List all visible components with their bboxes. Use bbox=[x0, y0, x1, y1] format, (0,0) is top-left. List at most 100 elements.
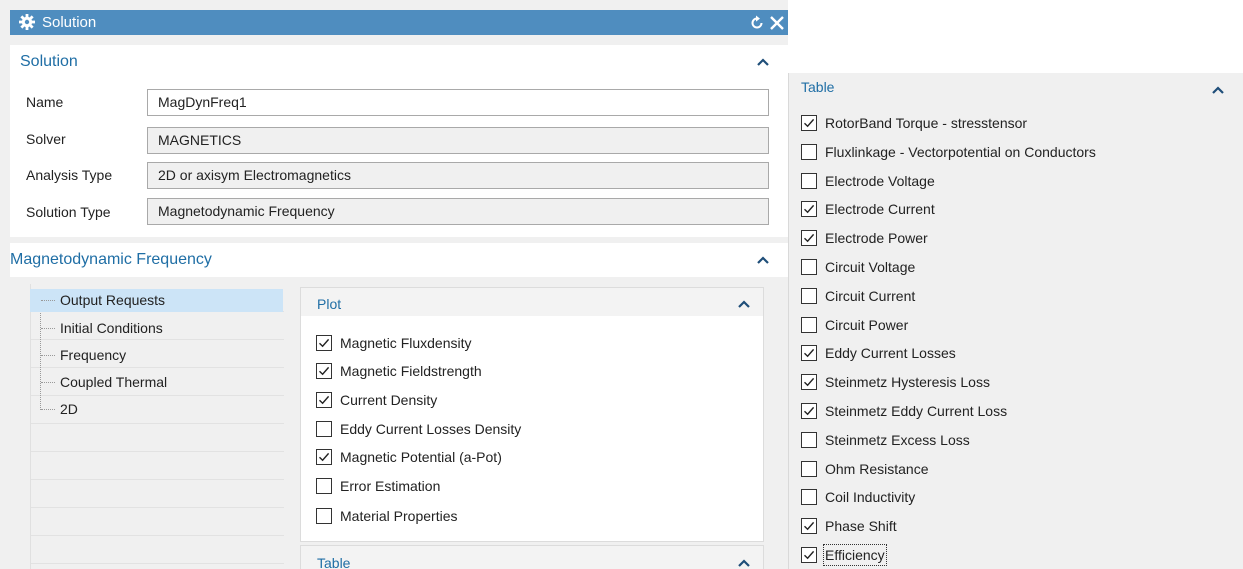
plot-option-current-density[interactable]: Current Density bbox=[316, 391, 736, 411]
checkbox-label: Steinmetz Excess Loss bbox=[825, 431, 970, 448]
magdyn-section-title: Magnetodynamic Frequency bbox=[10, 251, 212, 268]
reset-icon[interactable] bbox=[748, 14, 766, 32]
checkbox-checked[interactable] bbox=[316, 449, 332, 465]
checkbox-checked[interactable] bbox=[801, 403, 817, 419]
magdyn-section: Magnetodynamic Frequency bbox=[10, 243, 788, 277]
tree-item-initial-conditions[interactable]: Initial Conditions bbox=[30, 317, 283, 340]
solver-field: MAGNETICS bbox=[147, 127, 769, 154]
chevron-up-icon[interactable] bbox=[737, 299, 751, 309]
checkbox-label: Magnetic Fluxdensity bbox=[340, 335, 472, 351]
table-option-rotorband-torque-stresstensor[interactable]: RotorBand Torque - stresstensor bbox=[801, 114, 1221, 134]
check-icon bbox=[804, 550, 815, 560]
table-option-steinmetz-hysteresis-loss[interactable]: Steinmetz Hysteresis Loss bbox=[801, 373, 1221, 393]
check-icon bbox=[804, 378, 815, 387]
check-icon bbox=[804, 406, 815, 416]
table-group-title: Table bbox=[317, 555, 351, 569]
table-option-circuit-current[interactable]: Circuit Current bbox=[801, 287, 1221, 307]
solution-type-field: Magnetodynamic Frequency bbox=[147, 198, 769, 225]
checkbox-label: Error Estimation bbox=[340, 478, 441, 494]
checkbox-label: Electrode Voltage bbox=[825, 172, 935, 189]
chevron-up-icon[interactable] bbox=[1211, 85, 1225, 95]
table-group-header[interactable]: Table bbox=[301, 546, 763, 569]
tree-item-frequency[interactable]: Frequency bbox=[30, 344, 283, 367]
checkbox-unchecked[interactable] bbox=[316, 478, 332, 494]
table-option-fluxlinkage-vectorpotential-on-conductors[interactable]: Fluxlinkage - Vectorpotential on Conduct… bbox=[801, 143, 1221, 163]
table-option-coil-inductivity[interactable]: Coil Inductivity bbox=[801, 488, 1221, 508]
table-option-electrode-voltage[interactable]: Electrode Voltage bbox=[801, 172, 1221, 192]
dialog-titlebar[interactable]: Solution bbox=[10, 10, 788, 35]
chevron-up-icon[interactable] bbox=[737, 558, 751, 568]
checkbox-label: Eddy Current Losses bbox=[825, 345, 956, 362]
table-option-circuit-voltage[interactable]: Circuit Voltage bbox=[801, 258, 1221, 278]
checkbox-label: Circuit Power bbox=[825, 316, 909, 333]
plot-option-magnetic-potential-a-pot[interactable]: Magnetic Potential (a-Pot) bbox=[316, 448, 736, 468]
checkbox-label: Magnetic Potential (a-Pot) bbox=[340, 449, 502, 465]
checkbox-unchecked[interactable] bbox=[801, 316, 817, 333]
checkbox-checked[interactable] bbox=[801, 518, 817, 535]
plot-group: Plot bbox=[300, 287, 764, 542]
table-option-phase-shift[interactable]: Phase Shift bbox=[801, 517, 1221, 537]
solution-type-label: Solution Type bbox=[26, 204, 111, 220]
table-option-steinmetz-eddy-current-loss[interactable]: Steinmetz Eddy Current Loss bbox=[801, 402, 1221, 422]
plot-group-header[interactable]: Plot bbox=[301, 288, 763, 316]
checkbox-unchecked[interactable] bbox=[316, 421, 332, 437]
chevron-up-icon[interactable] bbox=[756, 255, 770, 265]
plot-option-magnetic-fieldstrength[interactable]: Magnetic Fieldstrength bbox=[316, 362, 736, 382]
plot-option-error-estimation[interactable]: Error Estimation bbox=[316, 477, 736, 497]
tree-item-label: Frequency bbox=[60, 347, 127, 363]
plot-group-title: Plot bbox=[317, 296, 342, 312]
checkbox-unchecked[interactable] bbox=[801, 143, 817, 160]
tree-item-2d[interactable]: 2D bbox=[30, 398, 283, 421]
tree-item-label: Initial Conditions bbox=[60, 320, 163, 336]
chevron-up-icon[interactable] bbox=[756, 57, 770, 67]
check-icon bbox=[804, 522, 815, 531]
checkbox-checked[interactable] bbox=[801, 547, 817, 563]
checkbox-unchecked[interactable] bbox=[801, 259, 817, 275]
checkbox-label: Circuit Voltage bbox=[825, 259, 916, 275]
plot-option-magnetic-fluxdensity[interactable]: Magnetic Fluxdensity bbox=[316, 334, 736, 354]
checkbox-label: Steinmetz Hysteresis Loss bbox=[825, 374, 990, 391]
checkbox-unchecked[interactable] bbox=[801, 287, 817, 304]
table-option-efficiency[interactable]: Efficiency bbox=[801, 544, 1221, 566]
checkbox-checked[interactable] bbox=[801, 201, 817, 218]
check-icon bbox=[804, 118, 815, 128]
check-icon bbox=[804, 205, 815, 214]
analysis-type-field: 2D or axisym Electromagnetics bbox=[147, 162, 769, 189]
checkbox-label: Steinmetz Eddy Current Loss bbox=[825, 403, 1008, 419]
table-option-electrode-current[interactable]: Electrode Current bbox=[801, 200, 1221, 220]
checkbox-checked[interactable] bbox=[801, 115, 817, 131]
name-label: Name bbox=[26, 94, 64, 110]
checkbox-unchecked[interactable] bbox=[801, 172, 817, 189]
table-option-eddy-current-losses[interactable]: Eddy Current Losses bbox=[801, 344, 1221, 364]
checkbox-checked[interactable] bbox=[801, 374, 817, 391]
checkbox-checked[interactable] bbox=[801, 345, 817, 362]
checkbox-unchecked[interactable] bbox=[316, 508, 332, 524]
checkbox-label: Efficiency bbox=[823, 544, 887, 566]
name-field[interactable]: MagDynFreq1 bbox=[147, 89, 769, 116]
checkbox-unchecked[interactable] bbox=[801, 489, 817, 506]
tree-item-label: 2D bbox=[60, 401, 78, 417]
table-option-steinmetz-excess-loss[interactable]: Steinmetz Excess Loss bbox=[801, 431, 1221, 451]
table-option-ohm-resistance[interactable]: Ohm Resistance bbox=[801, 460, 1221, 480]
table-option-electrode-power[interactable]: Electrode Power bbox=[801, 229, 1221, 249]
tree-item-label: Coupled Thermal bbox=[60, 374, 168, 390]
plot-option-eddy-current-losses-density[interactable]: Eddy Current Losses Density bbox=[316, 420, 736, 440]
checkbox-unchecked[interactable] bbox=[801, 431, 817, 448]
checkbox-label: Coil Inductivity bbox=[825, 489, 916, 506]
table-panel-header[interactable]: Table bbox=[789, 73, 1243, 103]
gear-icon[interactable] bbox=[18, 13, 36, 31]
checkbox-checked[interactable] bbox=[801, 230, 817, 247]
checkbox-unchecked[interactable] bbox=[801, 460, 817, 477]
checkbox-checked[interactable] bbox=[316, 335, 332, 351]
checkbox-label: Phase Shift bbox=[825, 518, 897, 535]
checkbox-checked[interactable] bbox=[316, 363, 332, 379]
close-icon[interactable] bbox=[768, 14, 786, 32]
plot-option-material-properties[interactable]: Material Properties bbox=[316, 507, 736, 527]
checkbox-checked[interactable] bbox=[316, 392, 332, 408]
tree-item-coupled-thermal[interactable]: Coupled Thermal bbox=[30, 371, 283, 394]
table-option-circuit-power[interactable]: Circuit Power bbox=[801, 316, 1221, 336]
check-icon bbox=[319, 395, 330, 405]
tree-item-output-requests[interactable]: Output Requests bbox=[30, 289, 283, 312]
checkbox-label: Ohm Resistance bbox=[825, 460, 929, 477]
check-icon bbox=[804, 234, 815, 243]
